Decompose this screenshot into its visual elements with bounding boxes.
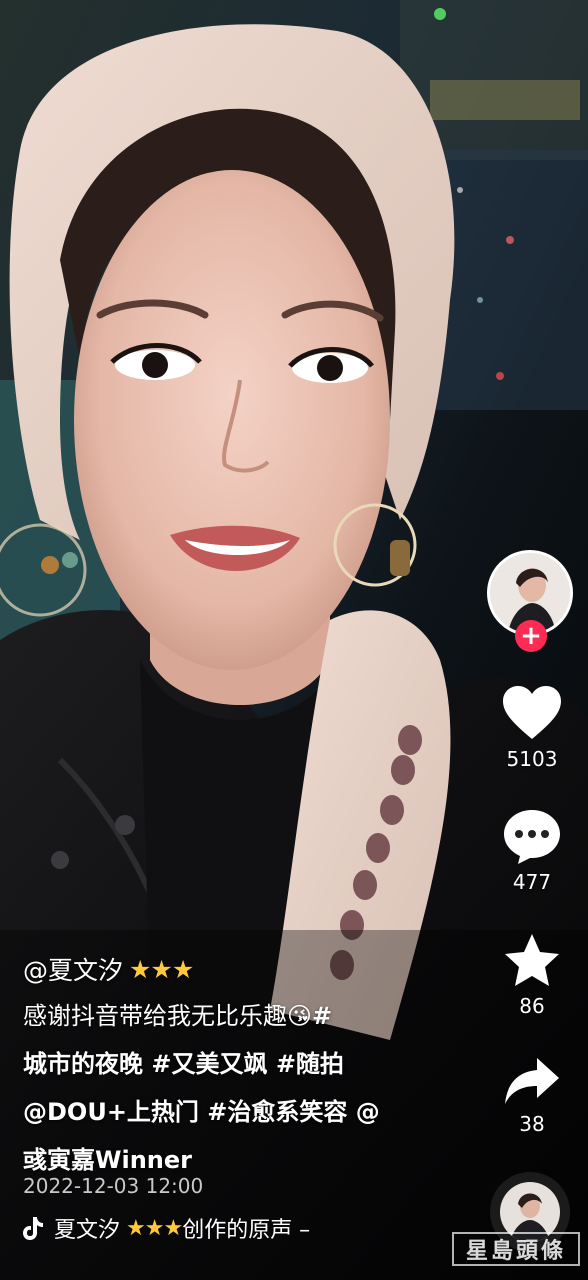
follow-button[interactable]: +: [515, 620, 547, 652]
creator-avatar-block[interactable]: +: [487, 550, 575, 652]
description-text: 感谢抖音带给我无比乐趣: [23, 1002, 287, 1030]
music-label: 创作的原声 –: [182, 1218, 311, 1243]
comment-action[interactable]: 477: [482, 808, 582, 894]
comment-bubble-icon: [504, 810, 560, 864]
music-artist-stars: ★★★: [126, 1215, 183, 1241]
post-date: 2022-12-03 12:00: [23, 1174, 204, 1198]
publisher-watermark: 星島頭條: [452, 1232, 580, 1266]
author-stars: ★★★: [129, 954, 194, 984]
share-count: 38: [519, 1112, 545, 1136]
like-action[interactable]: 5103: [482, 685, 582, 771]
favorite-count: 86: [519, 994, 545, 1018]
music-artist: 夏文汐: [54, 1218, 121, 1243]
heart-icon: [503, 686, 561, 739]
author-name[interactable]: @夏文汐: [23, 951, 123, 987]
kiss-emoji-icon: 😘: [287, 1002, 313, 1030]
comment-count: 477: [512, 870, 552, 894]
author-line[interactable]: @夏文汐 ★★★: [23, 948, 463, 990]
video-description: 感谢抖音带给我无比乐趣😘# 城市的夜晚 #又美又飒 #随拍 @DOU+上热门 #…: [23, 992, 463, 1184]
music-info[interactable]: 夏文汐 ★★★ 创作的原声 –: [22, 1212, 442, 1244]
favorite-action[interactable]: 86: [482, 932, 582, 1018]
like-count: 5103: [506, 747, 558, 771]
video-caption: @夏文汐 ★★★ 感谢抖音带给我无比乐趣😘# 城市的夜晚 #又美又飒 #随拍 @…: [23, 948, 463, 1184]
star-icon: [505, 934, 559, 986]
tiktok-note-icon: [23, 1217, 43, 1240]
share-action[interactable]: 38: [482, 1056, 582, 1136]
hashtag-mark[interactable]: #: [312, 1002, 332, 1030]
share-arrow-icon: [505, 1058, 559, 1104]
description-line-1: 感谢抖音带给我无比乐趣😘#: [23, 992, 463, 1040]
description-line-3[interactable]: @DOU+上热门 #治愈系笑容 @: [23, 1088, 463, 1136]
description-line-2[interactable]: 城市的夜晚 #又美又飒 #随拍: [23, 1040, 463, 1088]
